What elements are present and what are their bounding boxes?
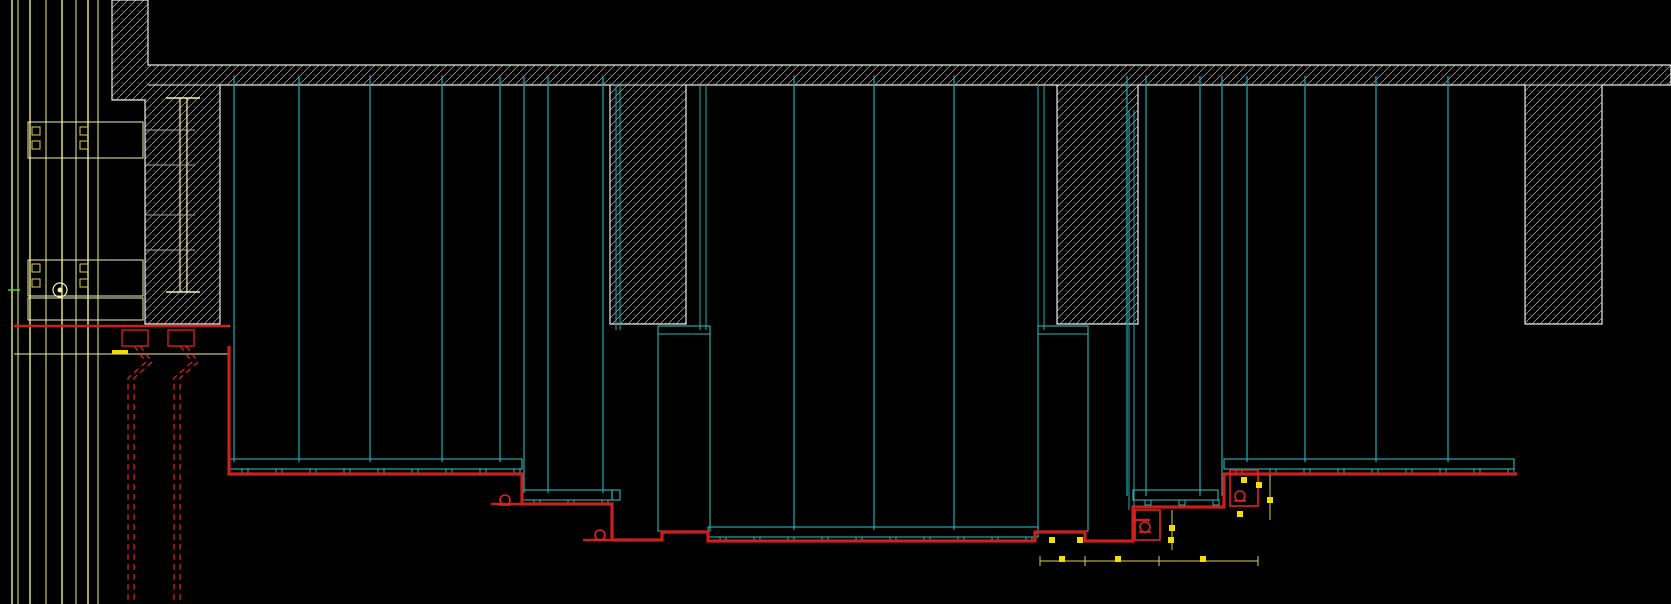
duct-line xyxy=(133,345,153,604)
ceiling-board xyxy=(229,458,523,470)
light-fixture xyxy=(1139,521,1151,533)
finish-line xyxy=(227,346,1517,543)
dimension-marker xyxy=(1059,556,1065,562)
dimension-marker xyxy=(1077,537,1083,543)
dimension-marker xyxy=(1200,556,1206,562)
indicator-bar xyxy=(112,350,128,354)
bulkhead-frame xyxy=(1037,325,1089,532)
concrete-slab-outline xyxy=(111,0,1671,325)
downlight-housing xyxy=(167,329,195,347)
anchor-bolt xyxy=(79,263,89,273)
light-fixture xyxy=(594,529,606,541)
ceiling-board xyxy=(1223,458,1515,470)
keel-clip xyxy=(1144,499,1152,506)
light-fixtures xyxy=(112,329,1259,604)
dimension-marker xyxy=(1115,556,1121,562)
ceiling-finish-line xyxy=(14,324,1517,543)
dimension-line xyxy=(1039,475,1273,566)
ceiling-board xyxy=(611,489,621,501)
dimension-marker xyxy=(1256,482,1262,488)
anchor-circle-center xyxy=(57,287,63,293)
duct-line xyxy=(127,345,147,604)
light-fixture xyxy=(1234,490,1246,502)
ceiling-boards xyxy=(229,458,1515,543)
concrete-structure xyxy=(111,0,1671,325)
anchor-bolt xyxy=(31,126,41,136)
fixture-box xyxy=(1134,509,1161,541)
bulkhead-frame xyxy=(657,325,711,532)
keel-clip xyxy=(1178,499,1186,506)
keel-clip xyxy=(1212,499,1220,506)
dimension-marker xyxy=(1237,511,1243,517)
anchor-bolt xyxy=(31,140,41,150)
duct-line xyxy=(173,345,193,604)
anchor-bolt xyxy=(31,263,41,273)
ceiling-board xyxy=(521,489,613,501)
duct-line xyxy=(179,345,199,604)
ceiling-board xyxy=(707,526,1039,538)
anchor-bolt xyxy=(79,126,89,136)
downlight-housing xyxy=(121,329,149,347)
hanger-rods xyxy=(233,76,1449,532)
dimension-marker xyxy=(1168,537,1174,543)
dimension-marker xyxy=(1049,537,1055,543)
anchor-bolt xyxy=(31,278,41,288)
transom-box xyxy=(27,297,144,321)
cad-viewport[interactable] xyxy=(0,0,1671,604)
ceiling-section-drawing xyxy=(8,0,1671,604)
transom-box xyxy=(27,259,144,297)
anchor-bolt xyxy=(79,140,89,150)
dimension-marker xyxy=(1241,477,1247,483)
finish-return xyxy=(491,502,1150,542)
anchor-bolt xyxy=(79,278,89,288)
